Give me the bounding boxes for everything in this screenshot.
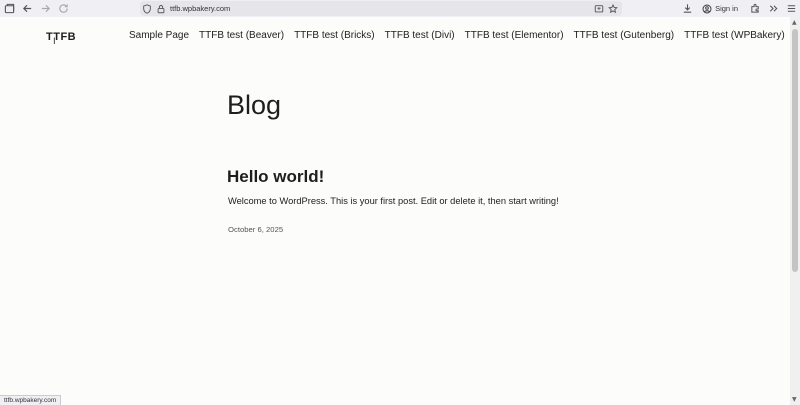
shield-icon[interactable] — [140, 1, 154, 16]
browser-toolbar: ttfb.wpbakery.com Sign in — [0, 0, 800, 17]
site-logo[interactable]: TTFB — [46, 31, 76, 43]
web-page: TTFB I Sample Page TTFB test (Beaver) TT… — [0, 17, 790, 395]
post-date[interactable]: October 6, 2025 — [228, 225, 283, 234]
nav-item-beaver[interactable]: TTFB test (Beaver) — [199, 30, 284, 41]
vertical-scrollbar[interactable]: ▲ ▼ — [790, 17, 800, 405]
scroll-down-icon[interactable]: ▼ — [792, 396, 797, 403]
nav-item-bricks[interactable]: TTFB test (Bricks) — [294, 30, 375, 41]
reload-icon[interactable] — [54, 0, 72, 17]
scrollbar-thumb[interactable] — [792, 29, 798, 272]
url-text[interactable]: ttfb.wpbakery.com — [170, 4, 230, 13]
bookmark-star-icon[interactable] — [606, 1, 620, 16]
status-bar-url: ttfb.wpbakery.com — [0, 395, 62, 405]
scroll-up-icon[interactable]: ▲ — [792, 19, 797, 26]
tab-overview-icon[interactable] — [0, 0, 18, 17]
account-icon — [702, 4, 712, 13]
nav-item-wpbakery[interactable]: TTFB test (WPBakery) — [684, 30, 785, 41]
address-bar[interactable]: ttfb.wpbakery.com — [140, 1, 622, 16]
translate-icon[interactable] — [592, 1, 606, 16]
site-navigation: Sample Page TTFB test (Beaver) TTFB test… — [129, 30, 795, 41]
sign-in-label: Sign in — [715, 4, 738, 13]
nav-item-divi[interactable]: TTFB test (Divi) — [385, 30, 455, 41]
menu-icon[interactable] — [782, 0, 800, 17]
sign-in-button[interactable]: Sign in — [702, 4, 738, 14]
nav-item-sample-page[interactable]: Sample Page — [129, 30, 189, 41]
post-title-link[interactable]: Hello world! — [227, 167, 324, 187]
post-excerpt: Welcome to WordPress. This is your first… — [228, 196, 559, 206]
page-title: Blog — [227, 90, 282, 120]
nav-item-gutenberg[interactable]: TTFB test (Gutenberg) — [574, 30, 675, 41]
back-icon[interactable] — [18, 0, 36, 17]
nav-item-elementor[interactable]: TTFB test (Elementor) — [465, 30, 564, 41]
downloads-icon[interactable] — [678, 0, 696, 17]
text-cursor-icon: I — [53, 37, 56, 47]
lock-icon[interactable] — [154, 1, 168, 16]
forward-icon[interactable] — [36, 0, 54, 17]
overflow-chevron-icon[interactable] — [764, 0, 782, 17]
extensions-icon[interactable] — [746, 0, 764, 17]
